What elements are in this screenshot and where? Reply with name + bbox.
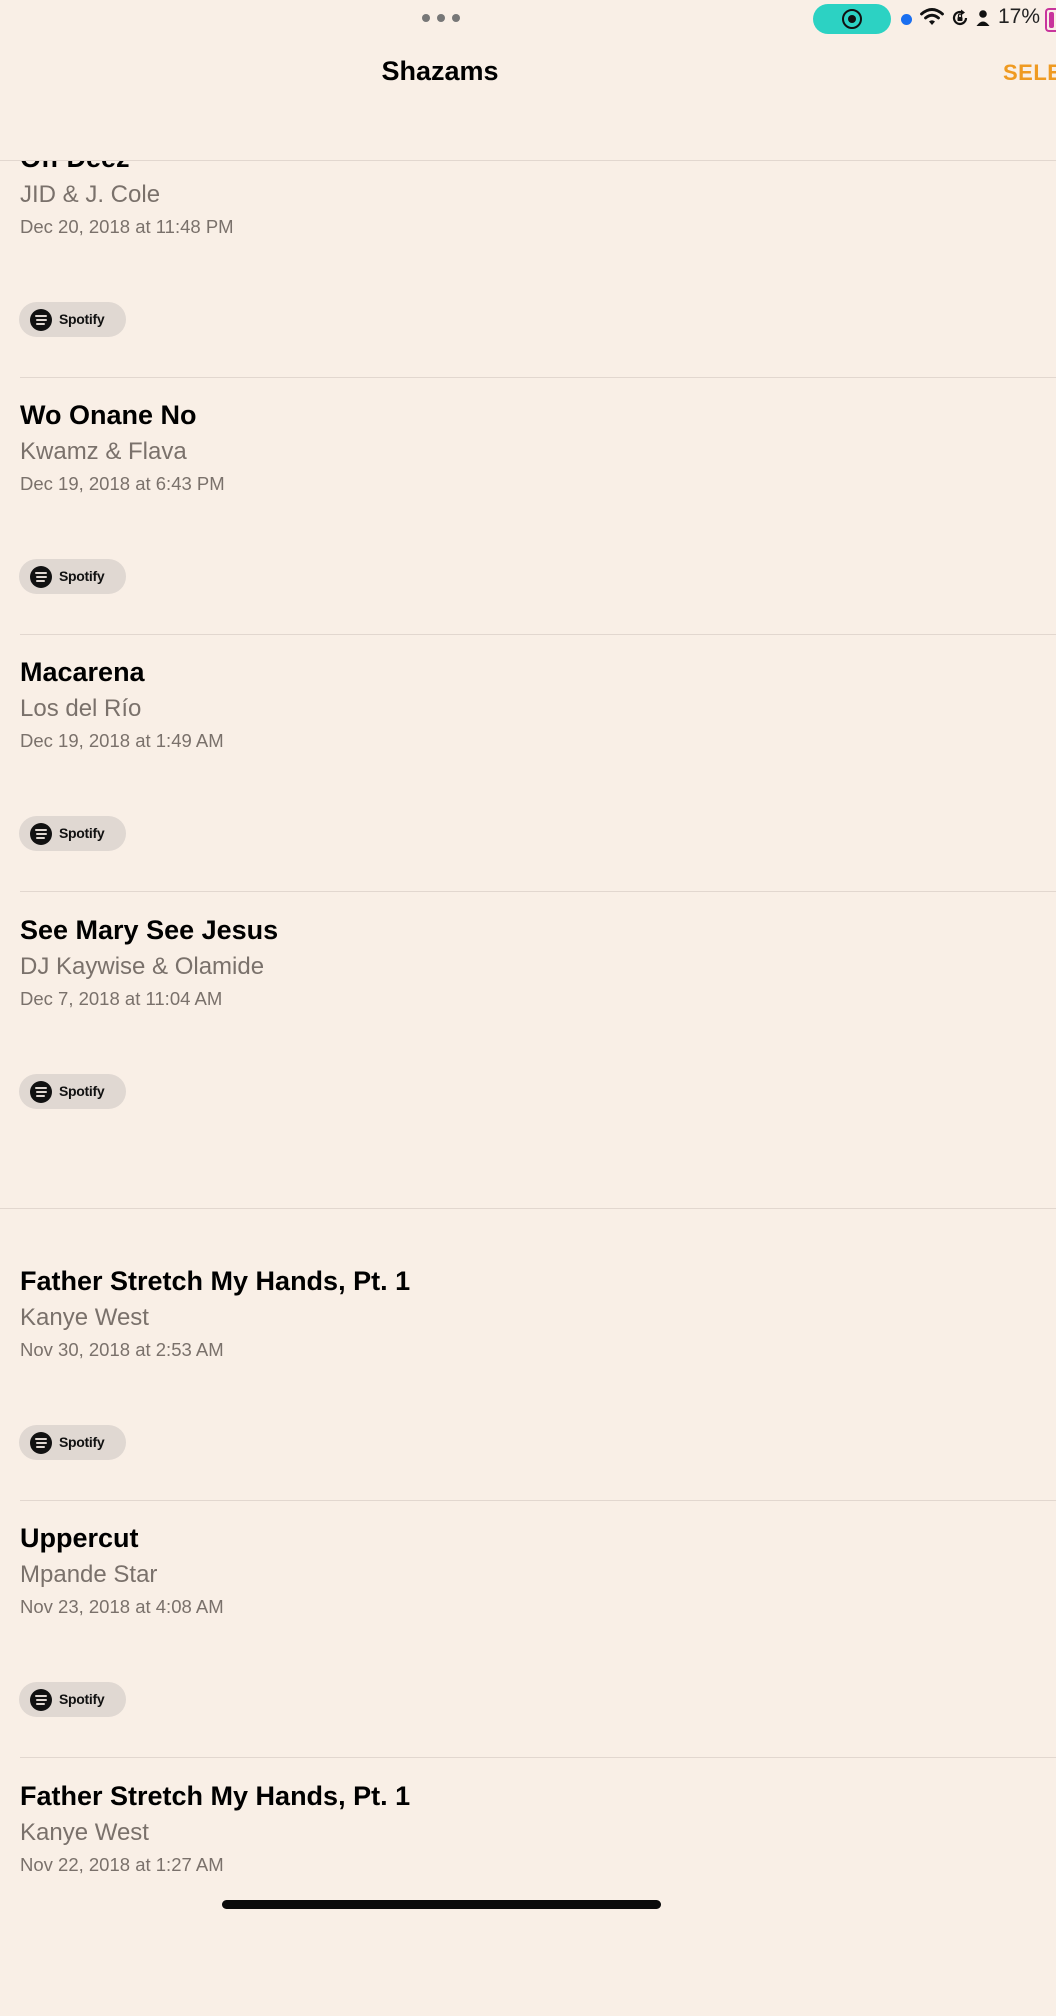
open-in-spotify-button[interactable]: Spotify [19,1074,126,1109]
shazam-date: Dec 7, 2018 at 11:04 AM [20,988,223,1009]
spotify-label: Spotify [59,568,105,584]
song-title: Father Stretch My Hands, Pt. 1 [20,1266,411,1296]
song-artist: DJ Kaywise & Olamide [20,953,265,980]
spotify-label: Spotify [59,1434,105,1450]
shazam-list[interactable]: Off Deez JID & J. Cole Dec 20, 2018 at 1… [0,0,1056,1920]
spotify-label: Spotify [59,1083,105,1099]
spotify-icon [30,309,52,331]
open-in-spotify-button[interactable]: Spotify [19,816,126,851]
navigation-bar: Shazams SELE [0,40,1056,161]
person-icon [976,10,990,26]
privacy-indicator-icon [901,14,912,25]
divider [20,891,1056,892]
screen-recording-indicator[interactable] [813,4,891,34]
multitasking-dots-icon[interactable] [422,14,462,24]
open-in-spotify-button[interactable]: Spotify [19,302,126,337]
shazam-item[interactable]: Father Stretch My Hands, Pt. 1 Kanye Wes… [0,1759,1056,2016]
section-divider [0,1208,1056,1209]
status-bar: 17% [0,0,1056,40]
open-in-spotify-button[interactable]: Spotify [19,1425,126,1460]
spotify-label: Spotify [59,311,105,327]
spotify-label: Spotify [59,825,105,841]
open-in-spotify-button[interactable]: Spotify [19,559,126,594]
battery-percentage: 17% [998,5,1041,28]
shazam-date: Nov 22, 2018 at 1:27 AM [20,1854,224,1875]
spotify-icon [30,1432,52,1454]
battery-icon [1045,8,1056,32]
song-artist: Los del Río [20,695,142,722]
record-icon [842,9,862,29]
song-title: Wo Onane No [20,400,197,430]
song-artist: Kanye West [20,1819,149,1846]
shazam-item[interactable]: Uppercut Mpande Star Nov 23, 2018 at 4:0… [0,1501,1056,1758]
spotify-icon [30,566,52,588]
song-title: See Mary See Jesus [20,915,279,945]
shazam-date: Dec 19, 2018 at 1:49 AM [20,730,224,751]
song-title: Uppercut [20,1523,139,1553]
divider [20,1757,1056,1758]
song-artist: JID & J. Cole [20,181,161,208]
shazam-date: Nov 30, 2018 at 2:53 AM [20,1339,224,1360]
home-indicator[interactable] [222,1900,661,1909]
song-artist: Kanye West [20,1304,149,1331]
spotify-icon [30,1689,52,1711]
spotify-icon [30,823,52,845]
open-in-spotify-button[interactable]: Spotify [19,1682,126,1717]
shazam-date: Dec 20, 2018 at 11:48 PM [20,216,234,237]
orientation-lock-icon [952,9,968,26]
song-artist: Kwamz & Flava [20,438,187,465]
shazam-item[interactable]: See Mary See Jesus DJ Kaywise & Olamide … [0,893,1056,1150]
song-title: Macarena [20,657,145,687]
song-title: Father Stretch My Hands, Pt. 1 [20,1781,411,1811]
shazam-date: Dec 19, 2018 at 6:43 PM [20,473,225,494]
shazam-date: Nov 23, 2018 at 4:08 AM [20,1596,224,1617]
spotify-icon [30,1081,52,1103]
shazam-item[interactable]: Macarena Los del Río Dec 19, 2018 at 1:4… [0,635,1056,892]
song-artist: Mpande Star [20,1561,158,1588]
select-button[interactable]: SELE [1003,60,1056,86]
wifi-icon [920,8,944,25]
spotify-label: Spotify [59,1691,105,1707]
shazam-item[interactable]: Father Stretch My Hands, Pt. 1 Kanye Wes… [0,1244,1056,1501]
page-title: Shazams [381,56,499,86]
shazam-item[interactable]: Wo Onane No Kwamz & Flava Dec 19, 2018 a… [0,378,1056,635]
